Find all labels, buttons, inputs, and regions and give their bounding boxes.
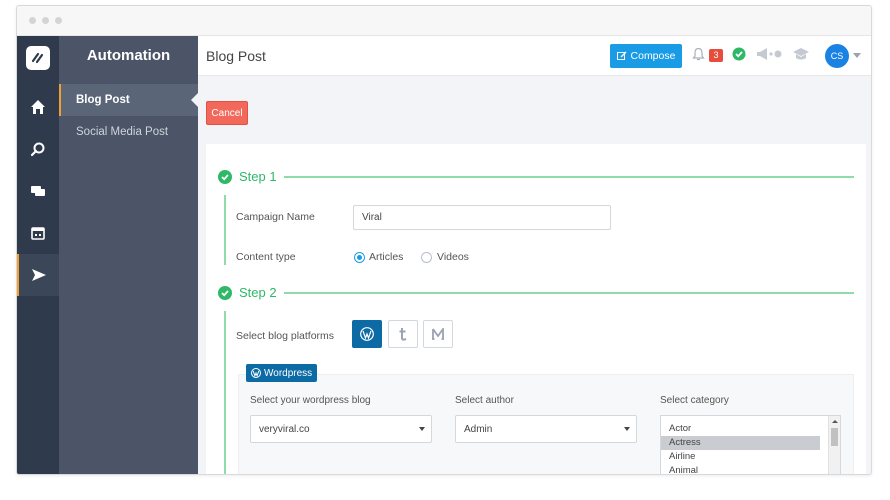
tumblr-icon [399, 328, 407, 341]
compose-button[interactable]: Compose [610, 44, 682, 68]
scroll-down-icon[interactable] [829, 473, 841, 475]
step1-label: Step 1 [239, 169, 277, 184]
wordpress-platform-button[interactable] [352, 320, 382, 348]
header: Blog Post Compose 3 CS [198, 36, 871, 76]
app-window: Automation Blog Post Social Media Post B… [16, 5, 872, 475]
scrollbar-thumb[interactable] [831, 428, 838, 446]
videos-radio[interactable] [421, 252, 432, 263]
category-scrollbar[interactable] [828, 416, 841, 475]
wordpress-tag: Wordpress [246, 364, 318, 382]
campaign-form-card: Step 1 Campaign Name Viral Content type … [206, 144, 866, 475]
author-select[interactable]: Admin [455, 415, 637, 443]
campaign-name-label: Campaign Name [236, 211, 315, 223]
medium-platform-button[interactable] [423, 320, 453, 348]
videos-label[interactable]: Videos [437, 251, 469, 263]
edit-icon [616, 51, 627, 60]
compose-label: Compose [630, 50, 676, 62]
wordpress-icon [360, 327, 374, 341]
main-content: Blog Post Compose 3 CS Cancel Step 1 Cam… [198, 36, 871, 475]
category-option-actress[interactable]: Actress [661, 436, 820, 450]
calendar-icon[interactable] [17, 212, 59, 254]
megaphone-icon[interactable] [756, 47, 784, 66]
articles-label[interactable]: Articles [369, 251, 403, 263]
wordpress-settings-panel: Select your wordpress blog veryviral.co … [238, 374, 854, 475]
sidebar: Automation Blog Post Social Media Post [59, 36, 199, 474]
blog-select[interactable]: veryviral.co [250, 415, 432, 443]
step2-label: Step 2 [239, 285, 277, 300]
content-type-label: Content type [236, 251, 296, 263]
category-select-label: Select category [660, 395, 729, 406]
campaign-name-input[interactable]: Viral [353, 205, 611, 230]
scroll-up-icon[interactable] [829, 417, 841, 425]
bell-icon[interactable] [692, 47, 705, 67]
category-option-actor[interactable]: Actor [661, 422, 820, 436]
step1-rail [224, 195, 226, 265]
step1-divider [284, 176, 854, 178]
window-dot-icon [55, 17, 62, 24]
send-icon[interactable] [17, 254, 59, 296]
graduation-cap-icon[interactable] [792, 47, 810, 66]
home-icon[interactable] [17, 86, 59, 128]
author-select-label: Select author [455, 395, 514, 406]
medium-icon [432, 328, 444, 340]
blog-select-value: veryviral.co [259, 423, 310, 435]
search-icon[interactable] [17, 128, 59, 170]
chat-icon[interactable] [17, 170, 59, 212]
avatar[interactable]: CS [825, 44, 849, 68]
author-select-value: Admin [464, 423, 493, 435]
chevron-down-icon [419, 427, 425, 431]
check-circle-icon [218, 285, 232, 300]
step2-divider [284, 292, 854, 294]
chevron-down-icon[interactable] [853, 53, 861, 58]
sidebar-item-blog-post[interactable]: Blog Post [59, 84, 199, 116]
blog-select-label: Select your wordpress blog [250, 395, 371, 406]
window-dot-icon [42, 17, 49, 24]
tumblr-platform-button[interactable] [388, 320, 418, 348]
sidebar-item-social-media-post[interactable]: Social Media Post [59, 116, 198, 148]
wordpress-tag-label: Wordpress [264, 367, 313, 379]
sidebar-item-label: Blog Post [76, 94, 130, 106]
logo-icon[interactable] [26, 46, 50, 70]
check-circle-icon[interactable] [732, 47, 746, 66]
cancel-button[interactable]: Cancel [206, 101, 248, 125]
chevron-down-icon [624, 427, 630, 431]
category-listbox[interactable]: Actor Actress Airline Animal [660, 415, 841, 475]
sidebar-item-label: Social Media Post [76, 126, 169, 138]
window-titlebar [17, 6, 871, 36]
step2-header: Step 2 [218, 285, 277, 300]
wordpress-icon [251, 368, 261, 378]
page-title: Blog Post [206, 48, 266, 64]
icon-navbar [17, 36, 59, 474]
category-option-airline[interactable]: Airline [661, 450, 820, 464]
window-dot-icon [29, 17, 36, 24]
category-option-animal[interactable]: Animal [661, 464, 820, 474]
sidebar-title: Automation [86, 47, 171, 64]
step1-header: Step 1 [218, 169, 277, 184]
step2-rail [224, 311, 226, 474]
articles-radio[interactable] [354, 252, 365, 263]
check-circle-icon [218, 169, 232, 184]
blog-platforms-label: Select blog platforms [236, 330, 335, 342]
notification-badge: 3 [709, 49, 723, 62]
